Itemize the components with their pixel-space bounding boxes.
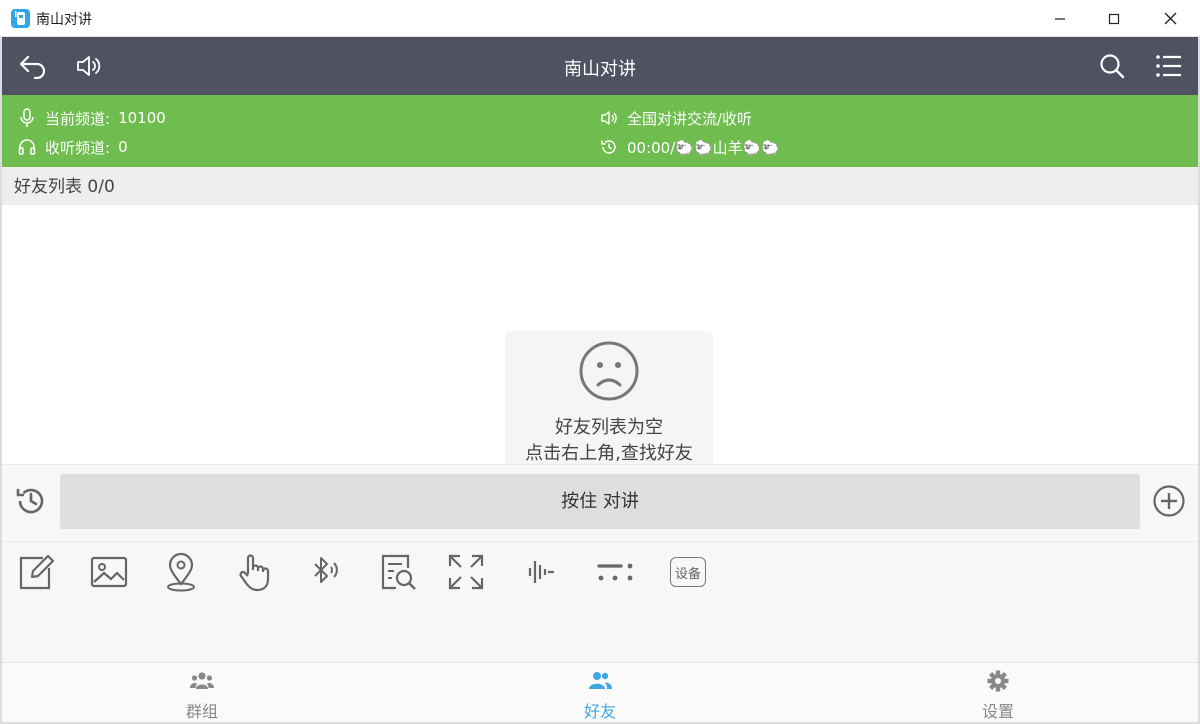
push-to-talk-button[interactable]: 按住 对讲 xyxy=(60,474,1140,529)
list-menu-icon xyxy=(1156,55,1181,77)
maximize-button[interactable] xyxy=(1086,0,1142,37)
app-logo-icon xyxy=(11,9,30,28)
device-label: 设备 xyxy=(674,566,701,582)
search-button[interactable] xyxy=(1095,50,1129,82)
location-pin-icon xyxy=(167,552,195,592)
window-titlebar: 南山对讲 xyxy=(0,0,1200,37)
edit-icon xyxy=(19,554,55,590)
tab-groups[interactable]: 群组 xyxy=(102,663,302,723)
device-icon: 设备 xyxy=(670,557,706,587)
channel-status-bar: 当前频道: 10100 收听频道: 0 全国对讲交流/收听 00:00/🐑🐑山羊… xyxy=(2,95,1198,167)
broadcast-text: 全国对讲交流/收听 xyxy=(627,109,753,128)
bluetooth-icon xyxy=(314,557,338,583)
current-channel-value: 10100 xyxy=(118,109,166,127)
search-icon xyxy=(1100,54,1125,79)
gear-icon xyxy=(987,670,1009,692)
friend-list-area: 好友列表为空 点击右上角,查找好友 xyxy=(2,205,1198,471)
tab-friends[interactable]: 好友 xyxy=(500,663,700,723)
friends-icon xyxy=(589,672,612,689)
broadcast-row: 全国对讲交流/收听 xyxy=(600,107,752,129)
edit-tool-button[interactable] xyxy=(13,550,57,594)
expand-icon xyxy=(448,554,484,590)
plus-circle-icon xyxy=(1153,485,1185,517)
push-to-talk-bar: 按住 对讲 xyxy=(2,464,1198,542)
fullscreen-tool-button[interactable] xyxy=(444,550,488,594)
listen-channel-label: 收听频道: xyxy=(45,138,111,157)
tab-groups-label: 群组 xyxy=(185,702,218,721)
current-channel-row: 当前频道: 10100 xyxy=(18,107,166,129)
hand-pointer-icon xyxy=(239,554,270,592)
current-channel-label: 当前频道: xyxy=(45,109,111,128)
page-title: 南山对讲 xyxy=(564,59,636,80)
microphone-icon xyxy=(20,108,34,127)
timer-text: 00:00/🐑🐑山羊🐑🐑 xyxy=(627,138,780,157)
image-icon xyxy=(90,556,128,588)
menu-button[interactable] xyxy=(1152,50,1186,82)
sad-face-icon xyxy=(579,341,639,401)
app-header: 南山对讲 xyxy=(2,37,1198,95)
function-toolbar: 设备 xyxy=(2,542,1198,662)
close-window-button[interactable] xyxy=(1142,0,1198,37)
empty-state-card: 好友列表为空 点击右上角,查找好友 xyxy=(505,331,713,471)
timer-row: 00:00/🐑🐑山羊🐑🐑 xyxy=(600,136,780,158)
group-icon xyxy=(190,672,214,689)
document-search-icon xyxy=(381,554,416,590)
search-record-tool-button[interactable] xyxy=(376,550,420,594)
audio-wave-icon xyxy=(528,561,554,583)
image-tool-button[interactable] xyxy=(87,550,131,594)
dots-pattern-icon xyxy=(597,563,633,581)
tab-settings-label: 设置 xyxy=(981,702,1014,721)
touch-tool-button[interactable] xyxy=(232,550,276,594)
empty-state-title: 好友列表为空 xyxy=(555,417,663,438)
empty-state-hint: 点击右上角,查找好友 xyxy=(525,443,693,464)
volume-icon xyxy=(601,111,617,125)
device-tool-button[interactable]: 设备 xyxy=(666,550,710,594)
listen-channel-value: 0 xyxy=(118,138,128,156)
add-button[interactable] xyxy=(1151,483,1187,519)
tab-settings[interactable]: 设置 xyxy=(898,663,1098,723)
location-tool-button[interactable] xyxy=(159,550,203,594)
history-button[interactable] xyxy=(13,483,49,519)
tab-friends-label: 好友 xyxy=(583,702,616,721)
friend-list-header: 好友列表 0/0 xyxy=(2,167,1198,205)
listen-channel-row: 收听频道: 0 xyxy=(18,136,128,158)
minimize-button[interactable] xyxy=(1032,0,1088,37)
headphones-icon xyxy=(18,139,36,155)
audio-wave-tool-button[interactable] xyxy=(520,550,564,594)
bottom-navigation: 群组 好友 设置 xyxy=(2,662,1198,722)
dots-tool-button[interactable] xyxy=(593,550,637,594)
bluetooth-tool-button[interactable] xyxy=(304,550,348,594)
window-title: 南山对讲 xyxy=(36,12,92,28)
history-clock-icon xyxy=(601,140,616,154)
history-icon xyxy=(16,488,44,514)
